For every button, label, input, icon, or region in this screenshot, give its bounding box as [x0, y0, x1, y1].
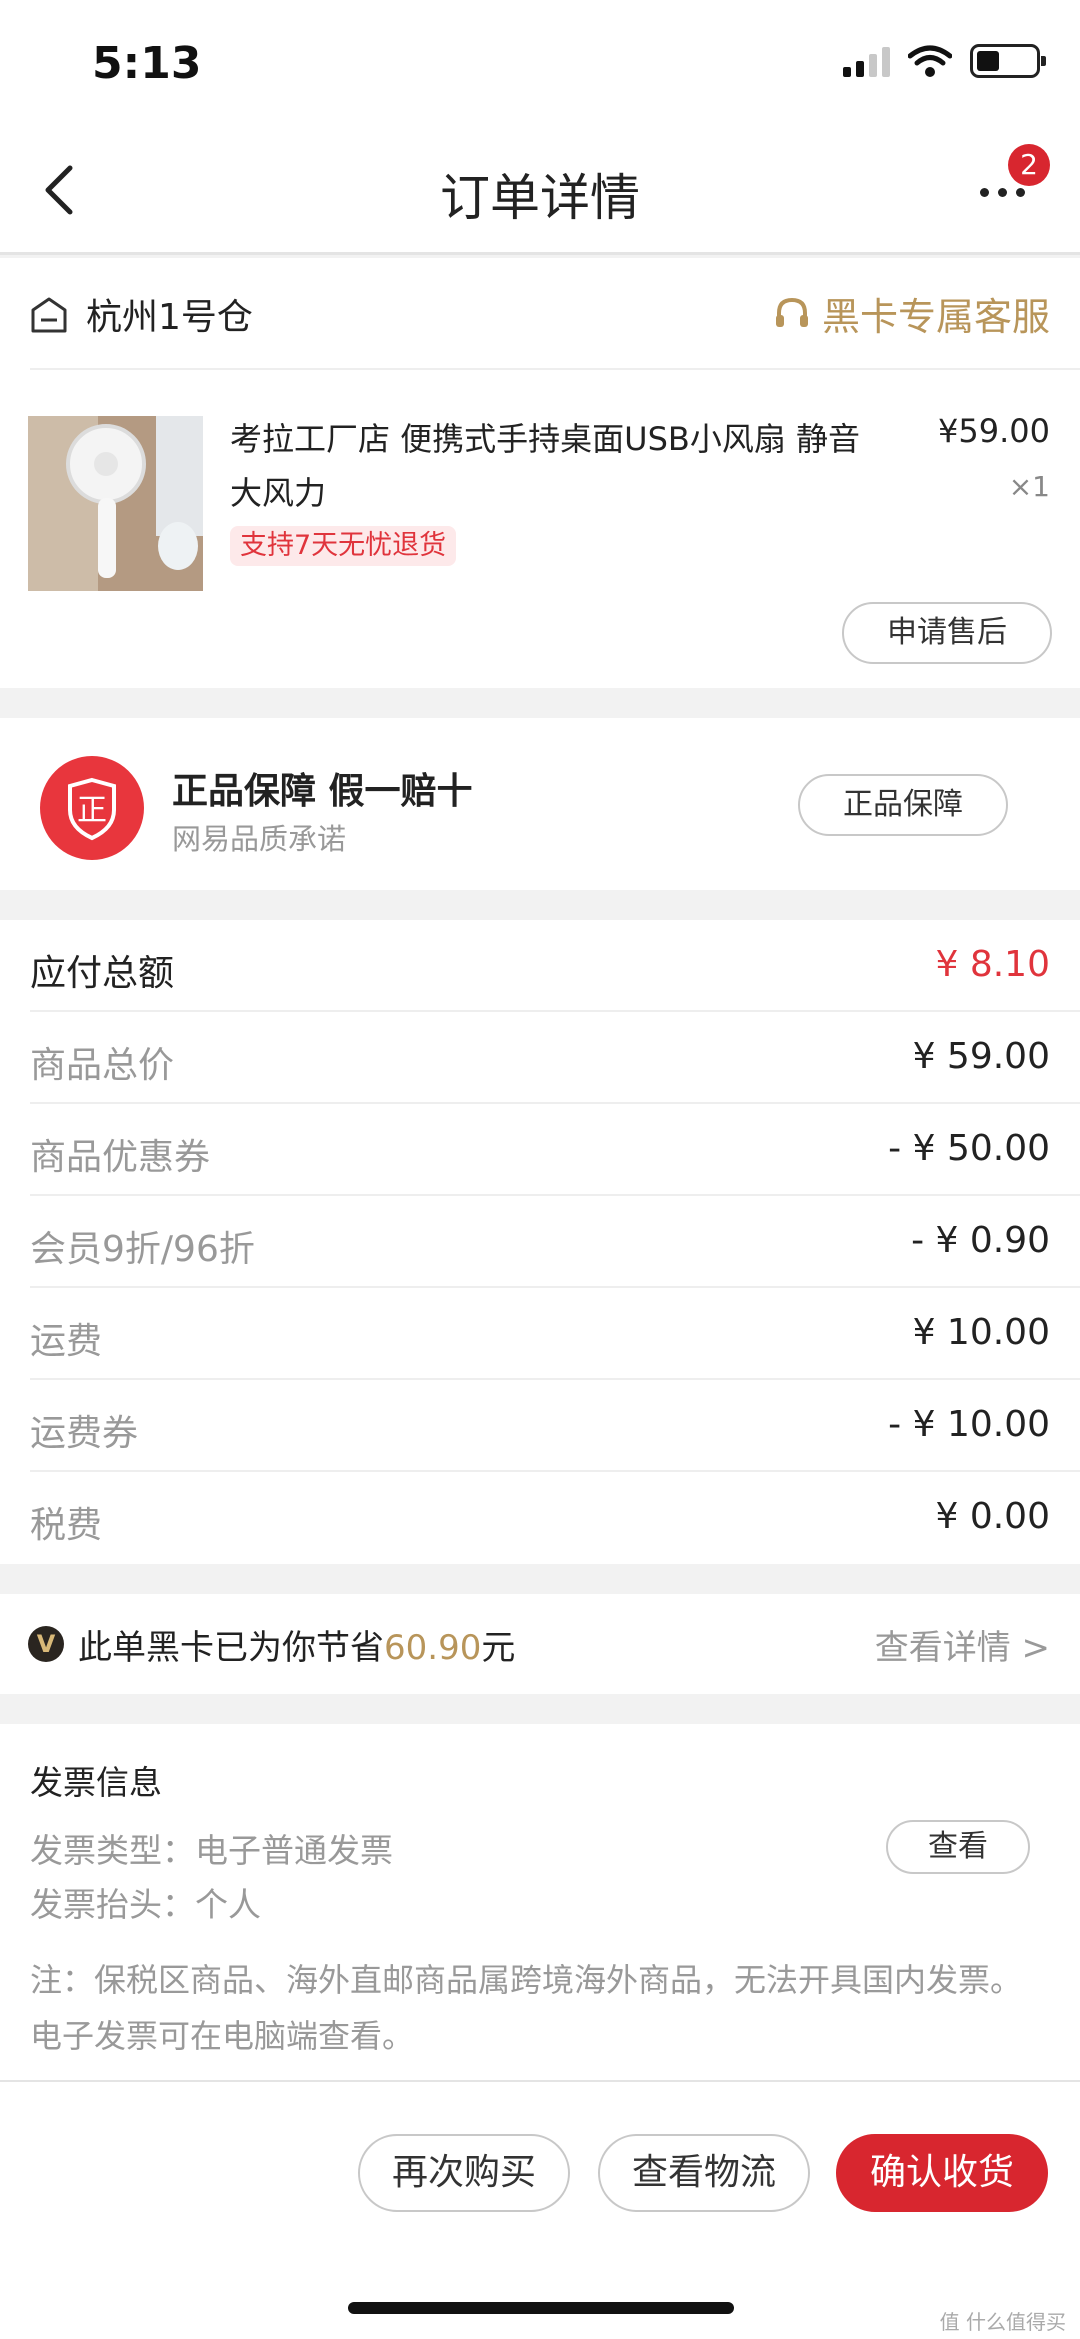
status-bar: 5:13 — [0, 0, 1080, 130]
amount-value: - ¥ 10.00 — [888, 1404, 1050, 1445]
amount-value: ¥ 0.00 — [935, 1496, 1050, 1537]
svg-text:正: 正 — [77, 793, 107, 828]
invoice-note: 注：保税区商品、海外直邮商品属跨境海外商品，无法开具国内发票。电子发票可在电脑端… — [30, 1961, 1023, 2055]
warehouse-name: 杭州1号仓 — [86, 297, 253, 338]
saving-amount: 60.90 — [384, 1628, 482, 1668]
amount-label: 运费 — [30, 1321, 103, 1362]
invoice-title: 发票抬头：个人 — [30, 1885, 261, 1924]
invoice-card: 发票信息 发票类型：电子普通发票 发票抬头：个人 查看 注：保税区商品、海外直邮… — [0, 1724, 1080, 2080]
amount-row: 商品总价 ¥ 59.00 — [0, 1012, 1080, 1104]
amount-value: - ¥ 0.90 — [911, 1220, 1050, 1261]
amount-value: ¥ 8.10 — [935, 944, 1050, 985]
notification-badge: 2 — [1008, 144, 1050, 186]
product-image[interactable] — [28, 416, 203, 591]
more-dots-icon — [980, 188, 1025, 197]
amount-value: ¥ 10.00 — [912, 1312, 1050, 1353]
amount-label: 会员9折/96折 — [30, 1229, 255, 1270]
product-price: ¥59.00 — [938, 412, 1050, 450]
invoice-type: 发票类型：电子普通发票 — [30, 1831, 393, 1870]
amount-label: 应付总额 — [30, 953, 175, 994]
warehouse-icon — [31, 297, 67, 333]
bottom-action-bar: 再次购买 查看物流 确认收货 — [0, 2080, 1080, 2339]
amount-row: 运费券 - ¥ 10.00 — [0, 1380, 1080, 1472]
amount-label: 商品优惠券 — [30, 1137, 211, 1178]
saving-text: 此单黑卡已为你节省60.90元 — [78, 1628, 516, 1668]
signal-icon — [843, 45, 890, 77]
guarantee-subtitle: 网易品质承诺 — [172, 822, 347, 856]
status-icons — [843, 44, 1046, 78]
blackcard-saving-row[interactable]: V 此单黑卡已为你节省60.90元 查看详情 > — [0, 1594, 1080, 1694]
guarantee-title: 正品保障 假一赔十 — [172, 771, 473, 812]
product-card: 考拉工厂店 便携式手持桌面USB小风扇 静音大风力 ¥59.00 ×1 支持7天… — [0, 370, 1080, 688]
amount-label: 商品总价 — [30, 1045, 175, 1086]
vip-badge-icon: V — [28, 1626, 64, 1662]
authentic-seal-icon: 正 — [40, 756, 144, 860]
watermark: 值 什么值得买 — [939, 2310, 1066, 2334]
nav-bar: 订单详情 2 — [0, 130, 1080, 255]
vip-service-label: 黑卡专属客服 — [821, 295, 1050, 339]
guarantee-card: 正 正品保障 假一赔十 网易品质承诺 正品保障 — [0, 718, 1080, 890]
invoice-view-button[interactable]: 查看 — [886, 1820, 1030, 1874]
amount-label: 税费 — [30, 1505, 103, 1546]
product-title[interactable]: 考拉工厂店 便携式手持桌面USB小风扇 静音大风力 — [230, 412, 890, 520]
amount-breakdown: 应付总额 ¥ 8.10 商品总价 ¥ 59.00 商品优惠券 - ¥ 50.00… — [0, 920, 1080, 1564]
status-time: 5:13 — [92, 38, 202, 89]
amount-row: 商品优惠券 - ¥ 50.00 — [0, 1104, 1080, 1196]
return-policy-tag: 支持7天无忧退货 — [230, 526, 457, 566]
rebuy-button[interactable]: 再次购买 — [358, 2134, 570, 2212]
headset-icon — [775, 297, 808, 327]
wifi-icon — [908, 45, 952, 77]
vip-service-link[interactable]: 黑卡专属客服 — [772, 286, 1050, 341]
amount-label: 运费券 — [30, 1413, 139, 1454]
warehouse-row: 杭州1号仓 黑卡专属客服 — [0, 258, 1080, 370]
amount-row: 运费 ¥ 10.00 — [0, 1288, 1080, 1380]
amount-row: 税费 ¥ 0.00 — [0, 1472, 1080, 1564]
track-shipment-button[interactable]: 查看物流 — [598, 2134, 810, 2212]
amount-row-total: 应付总额 ¥ 8.10 — [0, 920, 1080, 1012]
guarantee-button[interactable]: 正品保障 — [798, 774, 1008, 836]
product-quantity: ×1 — [1008, 470, 1050, 503]
amount-row: 会员9折/96折 - ¥ 0.90 — [0, 1196, 1080, 1288]
page-title: 订单详情 — [440, 169, 640, 227]
amount-value: - ¥ 50.00 — [888, 1128, 1050, 1169]
confirm-receipt-button[interactable]: 确认收货 — [836, 2134, 1048, 2212]
home-indicator[interactable] — [348, 2302, 734, 2314]
after-sale-button[interactable]: 申请售后 — [842, 602, 1052, 664]
battery-icon — [970, 44, 1046, 78]
invoice-heading: 发票信息 — [30, 1763, 162, 1802]
amount-value: ¥ 59.00 — [912, 1036, 1050, 1077]
view-details-link[interactable]: 查看详情 > — [875, 1620, 1050, 1669]
